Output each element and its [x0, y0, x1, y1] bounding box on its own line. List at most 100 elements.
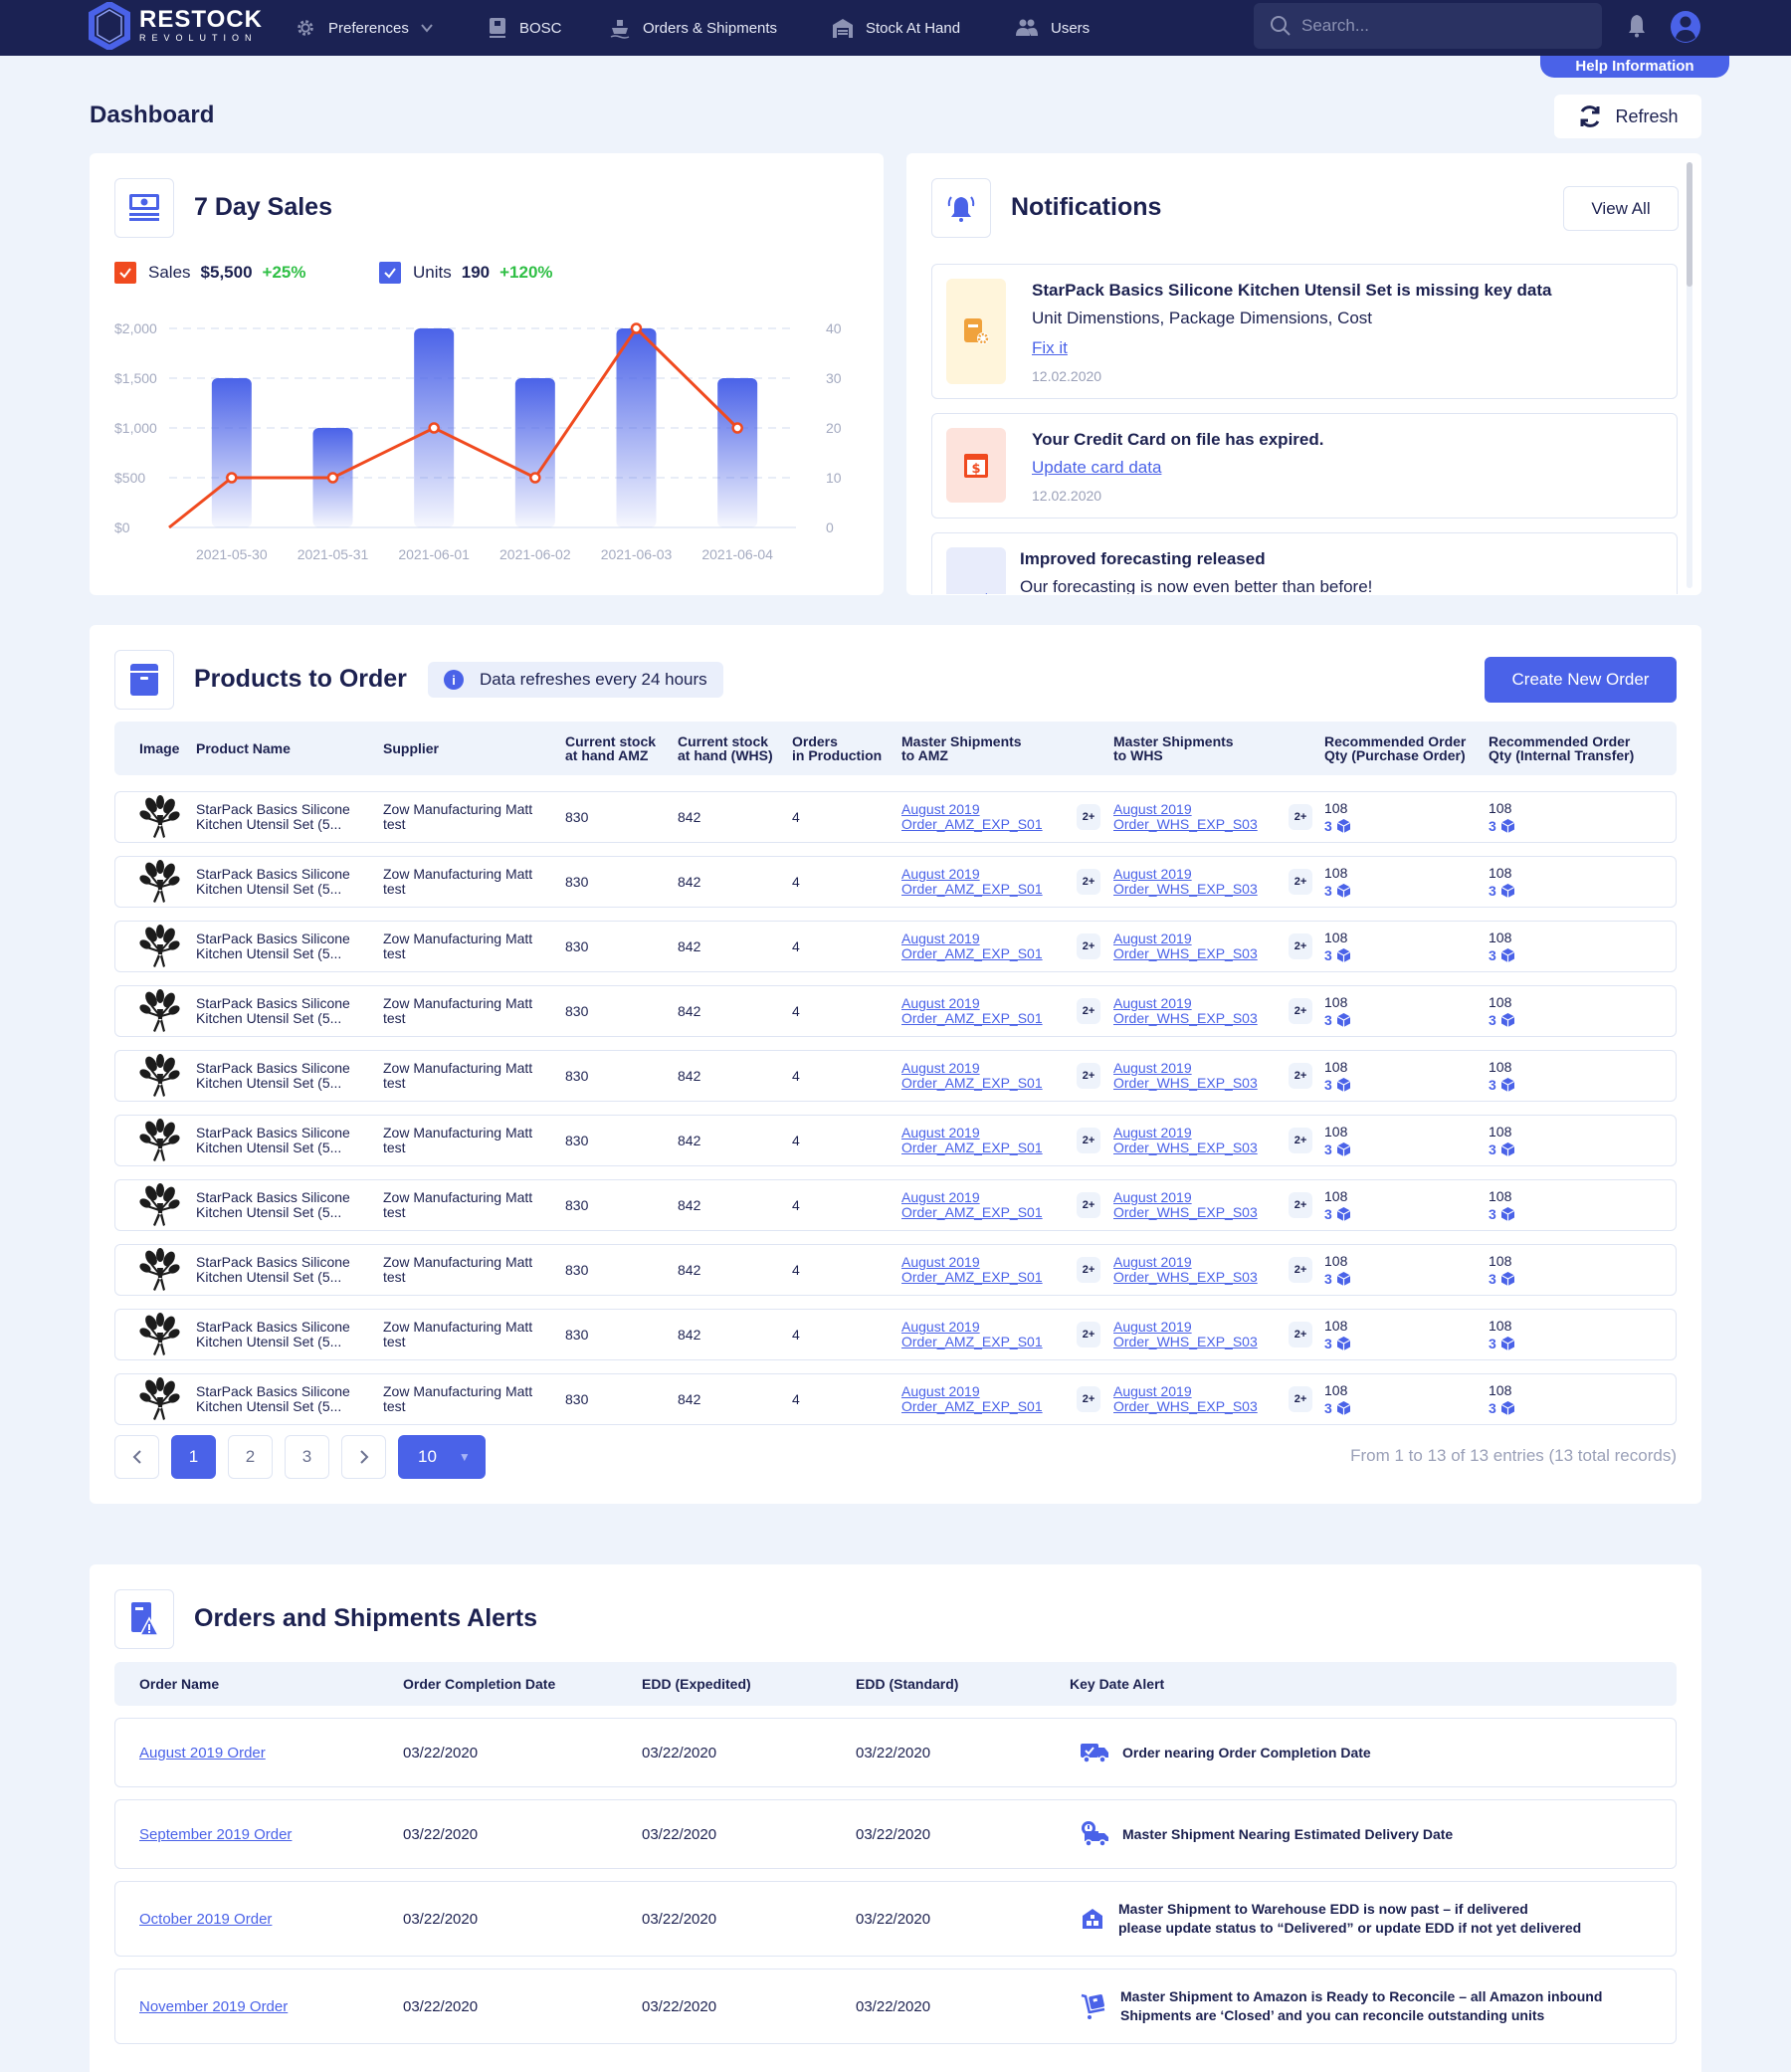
- product-row[interactable]: StarPack Basics Silicone Kitchen Utensil …: [114, 921, 1677, 972]
- refresh-button[interactable]: Refresh: [1554, 95, 1701, 138]
- alert-row[interactable]: August 2019 Order 03/22/2020 03/22/2020 03/…: [114, 1718, 1677, 1787]
- more-shipments-badge[interactable]: 2+: [1289, 1128, 1312, 1153]
- master-amz-link[interactable]: August 2019 Order_AMZ_EXP_S01: [901, 1126, 1043, 1155]
- prev-page-button[interactable]: [114, 1435, 159, 1479]
- product-name-cell[interactable]: StarPack Basics Silicone Kitchen Utensil …: [196, 792, 350, 842]
- col-rec-po[interactable]: Recommended Order Qty (Purchase Order): [1324, 722, 1466, 775]
- alert-row[interactable]: September 2019 Order 03/22/2020 03/22/2020…: [114, 1799, 1677, 1869]
- notifications-list[interactable]: StarPack Basics Silicone Kitchen Utensil…: [931, 264, 1678, 594]
- product-row[interactable]: StarPack Basics Silicone Kitchen Utensil …: [114, 1309, 1677, 1360]
- units-checkbox[interactable]: [379, 262, 401, 284]
- next-page-button[interactable]: [341, 1435, 386, 1479]
- page-1-button[interactable]: 1: [171, 1435, 216, 1479]
- product-row[interactable]: StarPack Basics Silicone Kitchen Utensil …: [114, 1244, 1677, 1296]
- col-edd-standard[interactable]: EDD (Standard): [856, 1662, 958, 1706]
- product-row[interactable]: StarPack Basics Silicone Kitchen Utensil …: [114, 791, 1677, 843]
- alert-row[interactable]: November 2019 Order 03/22/2020 03/22/2020 0…: [114, 1968, 1677, 2044]
- master-amz-link[interactable]: August 2019 Order_AMZ_EXP_S01: [901, 932, 1043, 961]
- master-whs-link[interactable]: August 2019 Order_WHS_EXP_S03: [1113, 1126, 1258, 1155]
- col-rec-it[interactable]: Recommended Order Qty (Internal Transfer…: [1489, 722, 1634, 775]
- create-new-order-button[interactable]: Create New Order: [1485, 657, 1677, 703]
- product-name-cell[interactable]: StarPack Basics Silicone Kitchen Utensil …: [196, 922, 350, 971]
- col-stock-whs[interactable]: Current stock at hand (WHS): [678, 722, 773, 775]
- master-whs-link[interactable]: August 2019 Order_WHS_EXP_S03: [1113, 1320, 1258, 1349]
- product-row[interactable]: StarPack Basics Silicone Kitchen Utensil …: [114, 985, 1677, 1037]
- product-row[interactable]: StarPack Basics Silicone Kitchen Utensil …: [114, 1373, 1677, 1425]
- more-shipments-badge[interactable]: 2+: [1289, 933, 1312, 959]
- master-whs-link[interactable]: August 2019 Order_WHS_EXP_S03: [1113, 802, 1258, 832]
- master-amz-link[interactable]: August 2019 Order_AMZ_EXP_S01: [901, 1320, 1043, 1349]
- order-name-link[interactable]: August 2019 Order: [139, 1745, 266, 1761]
- more-shipments-badge[interactable]: 2+: [1289, 998, 1312, 1024]
- page-size-select[interactable]: 10 ▼: [398, 1435, 486, 1479]
- col-master-whs[interactable]: Master Shipments to WHS: [1113, 722, 1234, 775]
- order-name-link[interactable]: October 2019 Order: [139, 1911, 272, 1928]
- notifications-scrollbar[interactable]: [1687, 162, 1692, 588]
- product-row[interactable]: StarPack Basics Silicone Kitchen Utensil …: [114, 1050, 1677, 1102]
- fix-it-link[interactable]: Fix it: [1032, 338, 1663, 358]
- master-whs-link[interactable]: August 2019 Order_WHS_EXP_S03: [1113, 1384, 1258, 1414]
- search-input[interactable]: [1301, 16, 1590, 36]
- product-name-cell[interactable]: StarPack Basics Silicone Kitchen Utensil …: [196, 1116, 350, 1165]
- more-shipments-badge[interactable]: 2+: [1077, 998, 1100, 1024]
- product-name-cell[interactable]: StarPack Basics Silicone Kitchen Utensil …: [196, 986, 350, 1036]
- nav-orders-shipments[interactable]: Orders & Shipments: [609, 0, 777, 56]
- alert-row[interactable]: October 2019 Order 03/22/2020 03/22/2020 03…: [114, 1881, 1677, 1957]
- more-shipments-badge[interactable]: 2+: [1077, 1192, 1100, 1218]
- more-shipments-badge[interactable]: 2+: [1077, 1128, 1100, 1153]
- col-completion-date[interactable]: Order Completion Date: [403, 1662, 555, 1706]
- order-name-link[interactable]: November 2019 Order: [139, 1998, 288, 2015]
- col-image[interactable]: Image: [139, 722, 179, 775]
- page-2-button[interactable]: 2: [228, 1435, 273, 1479]
- master-whs-link[interactable]: August 2019 Order_WHS_EXP_S03: [1113, 867, 1258, 897]
- col-orders-production[interactable]: Orders in Production: [792, 722, 882, 775]
- search-box[interactable]: [1254, 3, 1602, 49]
- more-shipments-badge[interactable]: 2+: [1289, 869, 1312, 895]
- nav-preferences[interactable]: Preferences: [295, 0, 435, 56]
- col-stock-amz[interactable]: Current stock at hand AMZ: [565, 722, 656, 775]
- logo[interactable]: RESTOCK REVOLUTION: [88, 2, 263, 50]
- master-amz-link[interactable]: August 2019 Order_AMZ_EXP_S01: [901, 996, 1043, 1026]
- nav-users[interactable]: Users: [1015, 0, 1090, 56]
- product-name-cell[interactable]: StarPack Basics Silicone Kitchen Utensil …: [196, 1245, 350, 1295]
- product-row[interactable]: StarPack Basics Silicone Kitchen Utensil …: [114, 1179, 1677, 1231]
- master-amz-link[interactable]: August 2019 Order_AMZ_EXP_S01: [901, 867, 1043, 897]
- view-all-button[interactable]: View All: [1563, 186, 1679, 231]
- more-shipments-badge[interactable]: 2+: [1289, 804, 1312, 830]
- more-shipments-badge[interactable]: 2+: [1077, 1386, 1100, 1412]
- more-shipments-badge[interactable]: 2+: [1077, 1257, 1100, 1283]
- master-amz-link[interactable]: August 2019 Order_AMZ_EXP_S01: [901, 1384, 1043, 1414]
- col-key-date-alert[interactable]: Key Date Alert: [1070, 1662, 1164, 1706]
- col-supplier[interactable]: Supplier: [383, 722, 439, 775]
- sales-checkbox[interactable]: [114, 262, 136, 284]
- more-shipments-badge[interactable]: 2+: [1077, 804, 1100, 830]
- more-shipments-badge[interactable]: 2+: [1289, 1322, 1312, 1347]
- legend-units[interactable]: Units 190 +120%: [379, 262, 553, 284]
- update-card-link[interactable]: Update card data: [1032, 458, 1663, 478]
- product-name-cell[interactable]: StarPack Basics Silicone Kitchen Utensil …: [196, 1310, 350, 1359]
- master-whs-link[interactable]: August 2019 Order_WHS_EXP_S03: [1113, 996, 1258, 1026]
- nav-bosc[interactable]: BOSC: [488, 0, 562, 56]
- more-shipments-badge[interactable]: 2+: [1077, 1063, 1100, 1089]
- more-shipments-badge[interactable]: 2+: [1289, 1192, 1312, 1218]
- col-order-name[interactable]: Order Name: [139, 1662, 219, 1706]
- product-name-cell[interactable]: StarPack Basics Silicone Kitchen Utensil …: [196, 1374, 350, 1424]
- product-row[interactable]: StarPack Basics Silicone Kitchen Utensil …: [114, 856, 1677, 908]
- product-name-cell[interactable]: StarPack Basics Silicone Kitchen Utensil …: [196, 857, 350, 907]
- help-information-tab[interactable]: Help Information: [1540, 56, 1729, 78]
- col-master-amz[interactable]: Master Shipments to AMZ: [901, 722, 1022, 775]
- master-amz-link[interactable]: August 2019 Order_AMZ_EXP_S01: [901, 1190, 1043, 1220]
- master-whs-link[interactable]: August 2019 Order_WHS_EXP_S03: [1113, 1190, 1258, 1220]
- user-avatar-icon[interactable]: [1670, 10, 1701, 44]
- bell-icon[interactable]: [1627, 14, 1647, 38]
- page-3-button[interactable]: 3: [285, 1435, 329, 1479]
- master-whs-link[interactable]: August 2019 Order_WHS_EXP_S03: [1113, 932, 1258, 961]
- product-name-cell[interactable]: StarPack Basics Silicone Kitchen Utensil …: [196, 1051, 350, 1101]
- master-amz-link[interactable]: August 2019 Order_AMZ_EXP_S01: [901, 1061, 1043, 1091]
- col-edd-expedited[interactable]: EDD (Expedited): [642, 1662, 751, 1706]
- master-whs-link[interactable]: August 2019 Order_WHS_EXP_S03: [1113, 1061, 1258, 1091]
- master-amz-link[interactable]: August 2019 Order_AMZ_EXP_S01: [901, 1255, 1043, 1285]
- product-name-cell[interactable]: StarPack Basics Silicone Kitchen Utensil …: [196, 1180, 350, 1230]
- more-shipments-badge[interactable]: 2+: [1077, 933, 1100, 959]
- master-amz-link[interactable]: August 2019 Order_AMZ_EXP_S01: [901, 802, 1043, 832]
